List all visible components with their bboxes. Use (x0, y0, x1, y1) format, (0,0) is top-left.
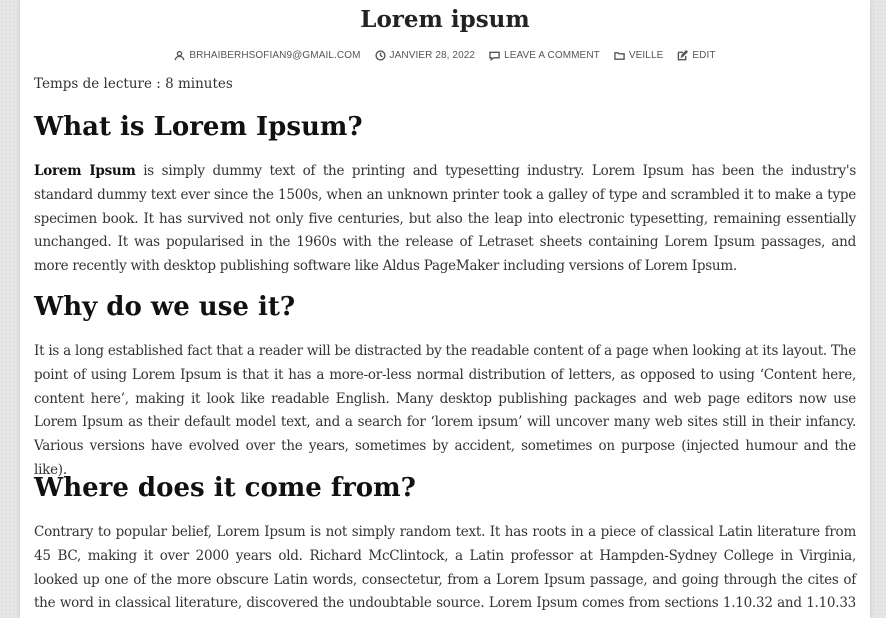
edit-link[interactable]: EDIT (692, 50, 715, 61)
folder-icon (614, 52, 625, 60)
meta-edit[interactable]: EDIT (677, 50, 715, 61)
edit-icon (678, 50, 689, 61)
section-heading: Where does it come from? (34, 473, 416, 503)
category-link[interactable]: VEILLE (629, 50, 664, 61)
user-icon (175, 50, 185, 61)
comments-link[interactable]: LEAVE A COMMENT (504, 50, 600, 61)
section-heading: What is Lorem Ipsum? (34, 112, 363, 142)
post-card: Lorem ipsum BRHAIBERHSOFIAN9@GMAIL.COM J… (20, 0, 870, 618)
meta-author[interactable]: BRHAIBERHSOFIAN9@GMAIL.COM (174, 50, 360, 61)
post-meta: BRHAIBERHSOFIAN9@GMAIL.COM JANVIER 28, 2… (34, 50, 856, 61)
section-heading: Why do we use it? (34, 292, 296, 322)
comment-icon (489, 51, 500, 61)
meta-category[interactable]: VEILLE (614, 50, 664, 61)
clock-icon (374, 50, 386, 61)
paragraph-text: is simply dummy text of the printing and… (34, 163, 856, 275)
post-title: Lorem ipsum (360, 6, 530, 33)
section-paragraph: It is a long established fact that a rea… (34, 343, 856, 478)
section-paragraph: Contrary to popular belief, Lorem Ipsum … (34, 524, 856, 612)
author-link[interactable]: BRHAIBERHSOFIAN9@GMAIL.COM (189, 50, 360, 61)
meta-comments[interactable]: LEAVE A COMMENT (489, 50, 600, 61)
section-paragraph: Lorem Ipsum is simply dummy text of the … (34, 160, 856, 279)
meta-date[interactable]: JANVIER 28, 2022 (374, 50, 476, 61)
date-link[interactable]: JANVIER 28, 2022 (390, 50, 476, 61)
reading-time: Temps de lecture : 8 minutes (34, 76, 233, 92)
strong-text: Lorem Ipsum (34, 163, 136, 179)
